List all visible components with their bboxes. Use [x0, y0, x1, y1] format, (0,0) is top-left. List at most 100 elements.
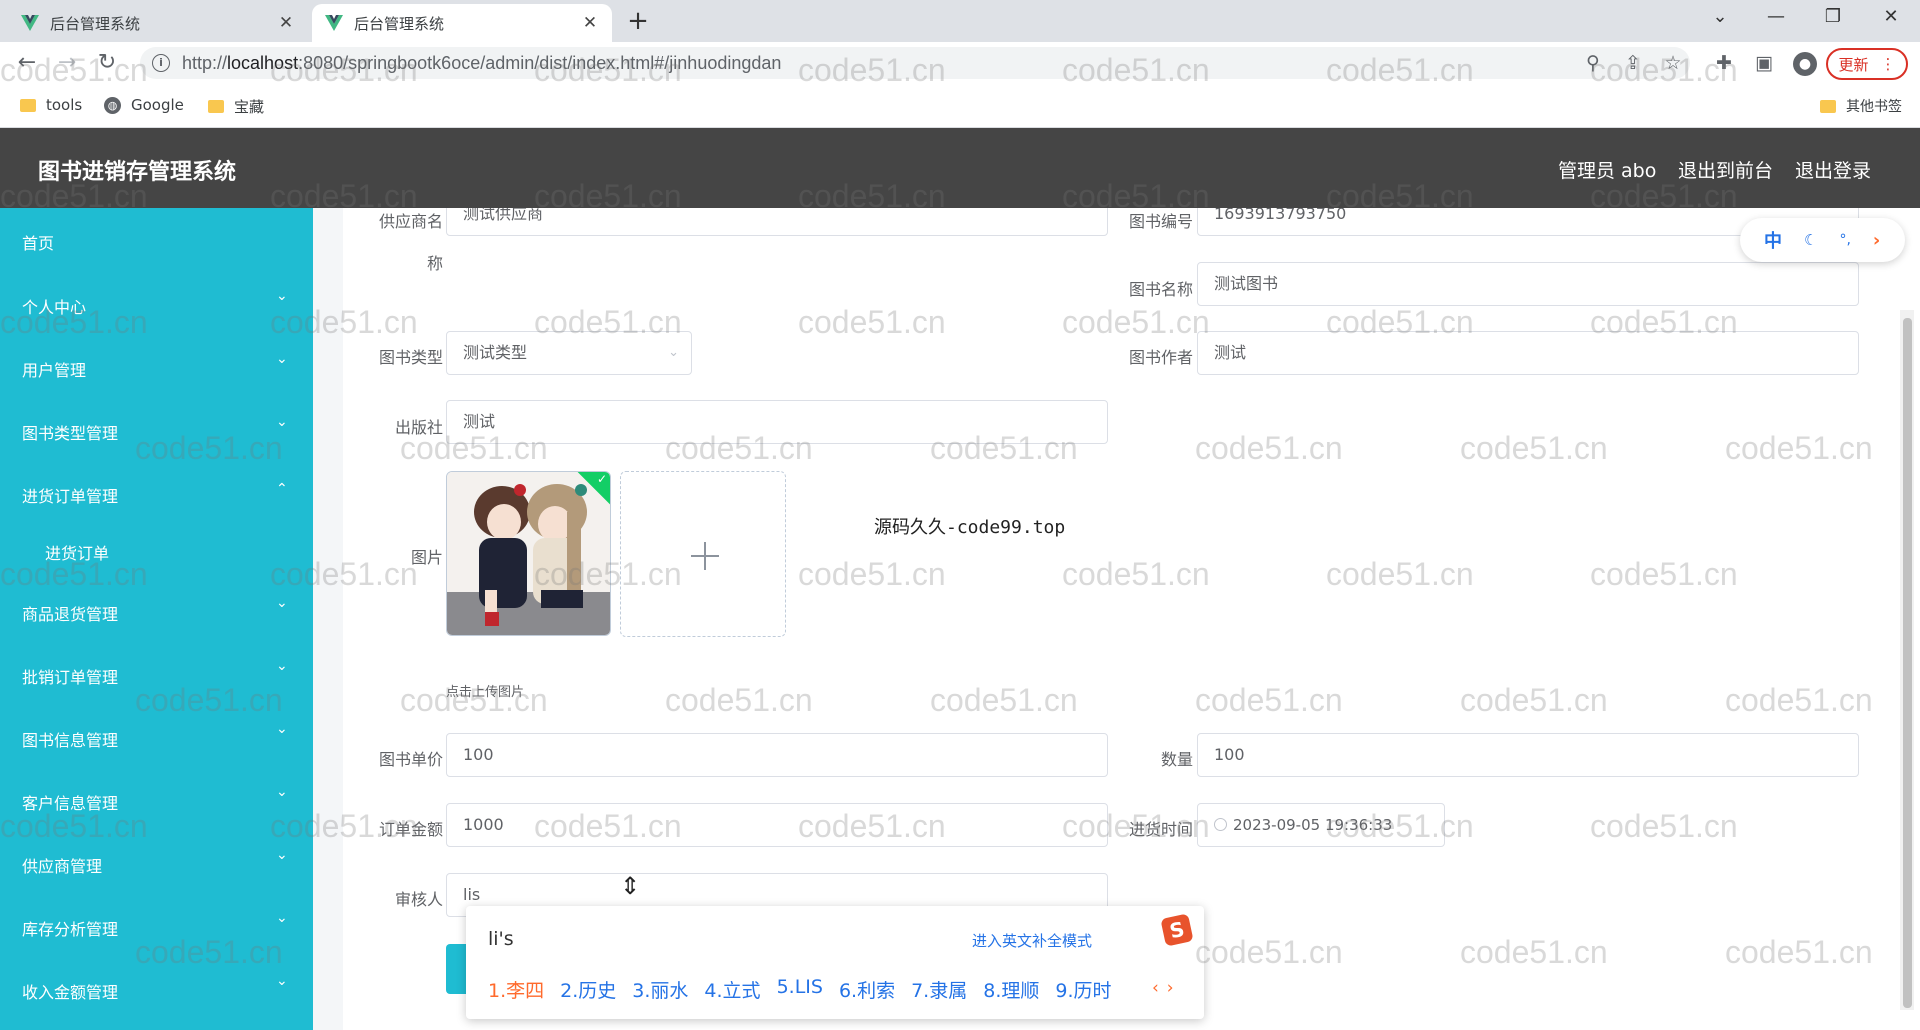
extensions-icon[interactable]: ✚ — [1711, 52, 1737, 74]
tab-search-chevron-icon[interactable]: ⌄ — [1700, 6, 1740, 27]
chevron-down-icon: ⌄ — [276, 721, 288, 737]
sidebar-item-purchase-order-management[interactable]: 进货订单管理 — [22, 483, 118, 507]
reload-icon[interactable]: ↻ — [92, 50, 122, 75]
vue-favicon-icon — [324, 13, 344, 33]
page-scrollbar-thumb[interactable] — [1903, 318, 1912, 1008]
browser-tab[interactable]: 后台管理系统 ✕ — [8, 4, 308, 42]
amount-label: 订单金额 — [378, 820, 443, 839]
side-panel-icon[interactable]: ▣ — [1751, 52, 1777, 74]
sidebar-item-user-management[interactable]: 用户管理 — [22, 357, 86, 381]
minimize-icon[interactable]: — — [1756, 6, 1796, 27]
ime-candidate-window: li's 进入英文补全模式 S 1.李四 2.历史 3.丽水 4.立式 5.LI… — [466, 906, 1204, 1019]
close-window-icon[interactable]: ✕ — [1871, 6, 1911, 27]
purchase-time-value: 2023-09-05 19:36:33 — [1233, 816, 1393, 834]
chevron-down-icon: ⌄ — [668, 345, 679, 360]
restore-icon[interactable]: ❐ — [1813, 6, 1853, 27]
ime-candidate[interactable]: 1.李四 — [488, 976, 544, 1003]
uploaded-image-thumbnail[interactable]: ✓ — [446, 471, 611, 636]
tab-title: 后台管理系统 — [354, 14, 445, 33]
sidebar-item-inventory-analysis[interactable]: 库存分析管理 — [22, 916, 118, 940]
folder-icon — [1820, 99, 1836, 113]
update-button[interactable]: 更新 ⋮ — [1826, 48, 1908, 80]
supplier-input[interactable]: 测试供应商 — [446, 208, 1108, 236]
bookmark-baozang[interactable]: 宝藏 — [208, 96, 264, 117]
app-header: 图书进销存管理系统 管理员 abo 退出到前台 退出登录 — [0, 128, 1920, 208]
sidebar-item-return-management[interactable]: 商品退货管理 — [22, 601, 118, 625]
ime-candidate[interactable]: 7.隶属 — [911, 976, 967, 1003]
ime-candidate[interactable]: 8.理顺 — [983, 976, 1039, 1003]
quantity-input[interactable]: 100 — [1197, 733, 1859, 777]
zoom-icon[interactable]: ⚲ — [1580, 52, 1606, 74]
sidebar-item-customer-info-management[interactable]: 客户信息管理 — [22, 790, 118, 814]
quantity-label: 数量 — [1160, 750, 1193, 769]
sidebar-item-income-management[interactable]: 收入金额管理 — [22, 979, 118, 1003]
sidebar-subitem-purchase-order[interactable]: 进货订单 — [45, 540, 109, 564]
browser-tab-active[interactable]: 后台管理系统 ✕ — [312, 4, 612, 42]
profile-avatar-icon[interactable]: ● — [1793, 52, 1817, 76]
folder-icon — [20, 98, 36, 112]
clock-icon — [1214, 818, 1227, 831]
sidebar-item-wholesale-order-management[interactable]: 批销订单管理 — [22, 664, 118, 688]
new-tab-icon[interactable]: + — [624, 8, 652, 34]
sidebar-item-personal-center[interactable]: 个人中心 — [22, 294, 86, 318]
ime-candidate[interactable]: 5.LIS — [777, 976, 823, 1003]
text-cursor-icon: ⇕ — [620, 872, 641, 900]
ime-candidate[interactable]: 2.历史 — [560, 976, 616, 1003]
ime-page-arrows-icon[interactable]: ‹› — [1152, 978, 1182, 998]
url-omnibox[interactable]: i http://localhost:8080/springbootk6oce/… — [140, 47, 1690, 79]
ime-candidate[interactable]: 6.利索 — [839, 976, 895, 1003]
purchase-time-picker[interactable]: 2023-09-05 19:36:33 — [1197, 803, 1445, 847]
back-icon[interactable]: ← — [12, 50, 42, 75]
bookmark-google[interactable]: ◍ Google — [104, 96, 184, 114]
sidebar-item-supplier-management[interactable]: 供应商管理 — [22, 853, 102, 877]
update-label: 更新 — [1838, 55, 1869, 74]
ime-candidate-list: 1.李四 2.历史 3.丽水 4.立式 5.LIS 6.利索 7.隶属 8.理顺… — [488, 976, 1112, 1003]
price-input[interactable]: 100 — [446, 733, 1108, 777]
sogou-logo-icon: S — [1160, 913, 1194, 947]
image-label: 图片 — [410, 548, 443, 567]
ime-candidate[interactable]: 3.丽水 — [632, 976, 688, 1003]
current-user: 管理员 abo — [1558, 160, 1657, 182]
chevron-down-icon: ⌄ — [276, 973, 288, 989]
supplier-label-wrap: 称 — [426, 254, 443, 273]
ime-candidate[interactable]: 9.历时 — [1055, 976, 1111, 1003]
chevron-right-icon[interactable]: › — [1873, 230, 1880, 251]
ime-candidate[interactable]: 4.立式 — [704, 976, 760, 1003]
share-icon[interactable]: ⇪ — [1620, 52, 1646, 74]
purchase-time-label: 进货时间 — [1128, 820, 1193, 839]
back-to-front-link[interactable]: 退出到前台 — [1678, 156, 1773, 183]
amount-input[interactable]: 1000 — [446, 803, 1108, 847]
ime-composition-text: li's — [488, 928, 514, 950]
ime-english-mode-link[interactable]: 进入英文补全模式 — [972, 930, 1092, 951]
globe-icon: ◍ — [104, 96, 121, 114]
reviewer-label: 审核人 — [394, 890, 443, 909]
sidebar-item-book-type-management[interactable]: 图书类型管理 — [22, 420, 118, 444]
book-type-value: 测试类型 — [463, 343, 528, 362]
plus-icon — [691, 542, 719, 570]
moon-icon[interactable]: ☾ — [1804, 231, 1817, 249]
more-menu-icon[interactable]: ⋮ — [1881, 55, 1896, 73]
chevron-down-icon: ⌄ — [276, 847, 288, 863]
punctuation-icon[interactable]: °, — [1839, 232, 1850, 248]
url-text[interactable]: http://localhost:8080/springbootk6oce/ad… — [182, 53, 781, 74]
tab-close-icon[interactable]: ✕ — [276, 13, 296, 33]
sidebar-item-home[interactable]: 首页 — [22, 230, 54, 254]
upload-add-button[interactable] — [620, 471, 786, 637]
forward-icon[interactable]: → — [52, 50, 82, 75]
book-name-input[interactable]: 测试图书 — [1197, 262, 1859, 306]
price-label: 图书单价 — [378, 750, 443, 769]
book-name-label: 图书名称 — [1128, 280, 1193, 299]
logout-link[interactable]: 退出登录 — [1795, 156, 1871, 183]
sidebar-item-book-info-management[interactable]: 图书信息管理 — [22, 727, 118, 751]
bookmark-star-icon[interactable]: ☆ — [1660, 52, 1686, 74]
publisher-input[interactable]: 测试 — [446, 400, 1108, 444]
ime-language-toggle[interactable]: 中 — [1764, 227, 1782, 253]
address-bar: ← → ↻ i http://localhost:8080/springboot… — [0, 42, 1920, 84]
author-input[interactable]: 测试 — [1197, 331, 1859, 375]
bookmark-other[interactable]: 其他书签 — [1820, 96, 1902, 116]
site-info-icon[interactable]: i — [152, 54, 170, 72]
book-type-select[interactable]: 测试类型 ⌄ — [446, 331, 692, 375]
bookmark-tools[interactable]: tools — [20, 96, 82, 114]
tab-close-icon[interactable]: ✕ — [580, 13, 600, 33]
chevron-down-icon: ⌄ — [276, 910, 288, 926]
